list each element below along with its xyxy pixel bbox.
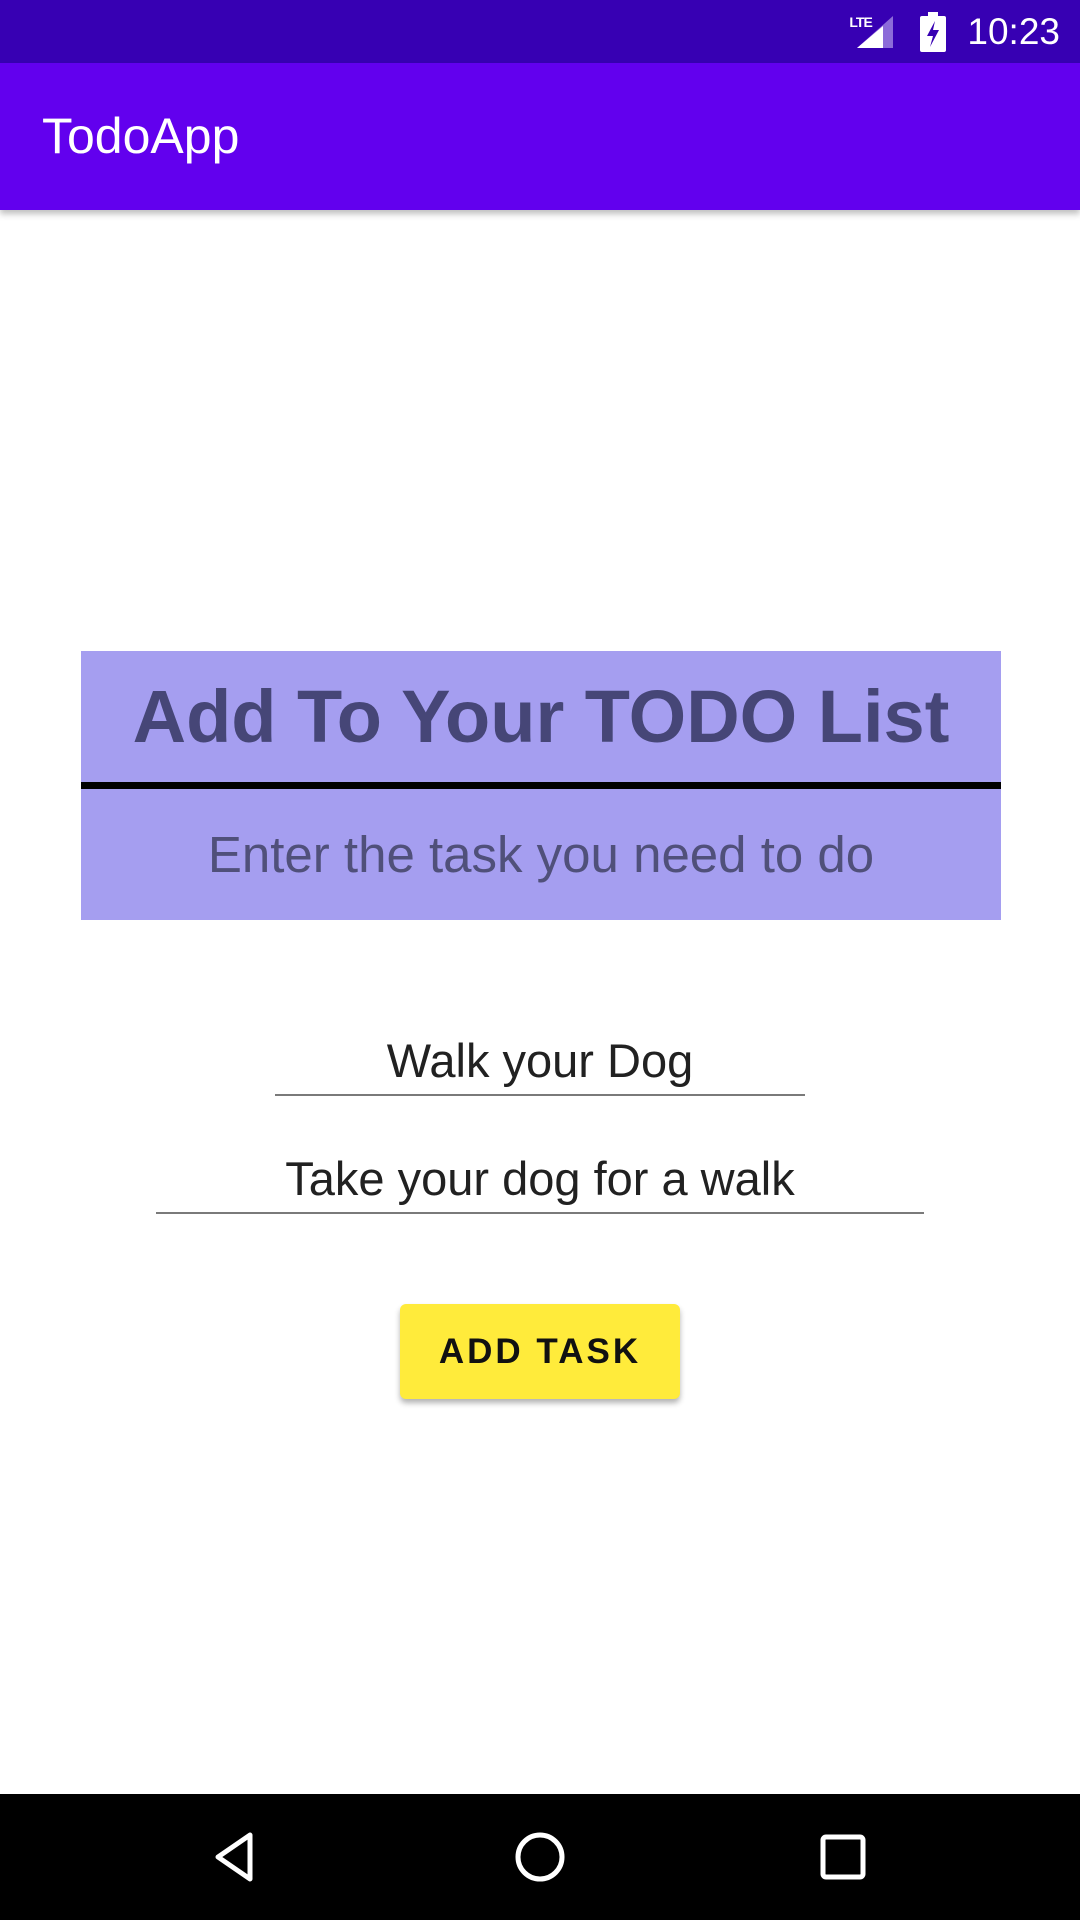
header-panel: Add To Your TODO List — [81, 651, 1001, 783]
add-task-button[interactable]: ADD TASK — [400, 1304, 680, 1399]
page-subtitle: Enter the task you need to do — [207, 826, 875, 883]
app-bar: TodoApp — [0, 63, 1080, 210]
task-title-input[interactable] — [275, 1026, 805, 1096]
status-clock: 10:23 — [967, 11, 1060, 52]
page-title: Add To Your TODO List — [132, 675, 950, 758]
header-divider — [81, 782, 1001, 789]
navigation-bar — [0, 1794, 1080, 1920]
battery-charging-icon — [920, 11, 947, 52]
recents-icon — [820, 1834, 866, 1880]
status-icons: LTE 10:23 — [849, 0, 1060, 63]
status-bar: LTE 10:23 — [0, 0, 1080, 63]
home-button[interactable] — [477, 1794, 603, 1920]
screen: LTE 10:23 TodoApp Add To Your TODO List … — [0, 0, 1080, 1920]
recents-button[interactable] — [780, 1794, 906, 1920]
subtitle-panel: Enter the task you need to do — [81, 789, 1001, 920]
back-button[interactable] — [173, 1794, 299, 1920]
back-icon — [215, 1832, 253, 1882]
task-description-input[interactable] — [156, 1144, 924, 1214]
app-title: TodoApp — [42, 108, 240, 164]
home-icon — [515, 1832, 565, 1882]
lte-signal-icon: LTE — [849, 12, 899, 52]
